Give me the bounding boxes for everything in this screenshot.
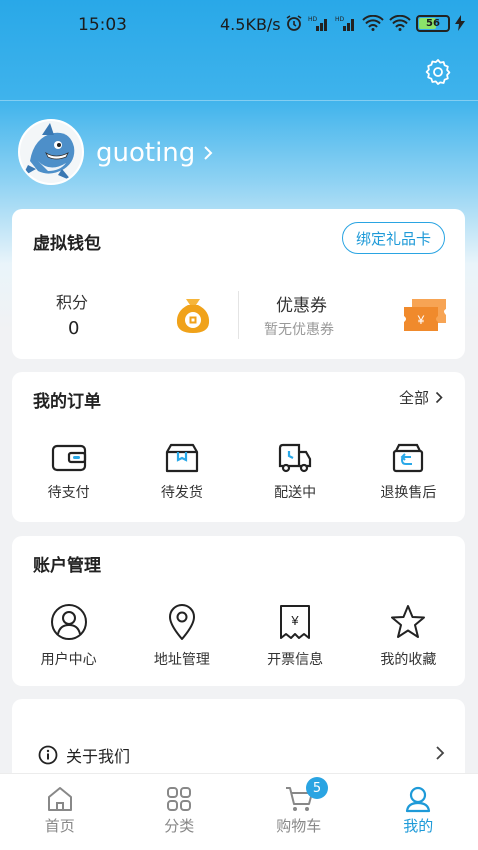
- user-icon: [50, 604, 87, 640]
- account-item-label: 地址管理: [153, 652, 210, 668]
- all-orders-label: 全部: [398, 389, 429, 407]
- battery-level: 56: [426, 17, 440, 29]
- alarm-icon: [286, 15, 302, 31]
- cart-badge: 5: [306, 777, 328, 799]
- avatar[interactable]: [18, 119, 84, 185]
- order-item-label: 待支付: [47, 485, 90, 501]
- bottom-tab-bar: 首页 分类 5 购物车 我的: [0, 773, 478, 850]
- wifi-icon: [362, 15, 384, 31]
- points-value: 0: [68, 318, 80, 339]
- account-item-label: 用户中心: [40, 652, 97, 668]
- coupon-label: 优惠券: [276, 296, 327, 316]
- points-label: 积分: [56, 293, 89, 312]
- signal-icon-2: HD: [335, 16, 354, 31]
- star-icon: [391, 605, 426, 638]
- tab-label: 购物车: [276, 817, 322, 835]
- coupon-status: 暂无优惠券: [264, 322, 334, 338]
- tab-label: 我的: [403, 817, 434, 835]
- header-divider: [0, 100, 478, 101]
- settings-gear-icon[interactable]: [424, 58, 452, 86]
- wallet-icon: [51, 444, 86, 472]
- order-status-grid: 待支付 待发货 配送中 退换售后: [12, 442, 465, 502]
- orders-title: 我的订单: [33, 392, 101, 412]
- account-grid: 用户中心 地址管理 ¥ 开票信息 我的收藏: [12, 603, 465, 669]
- account-item-label: 我的收藏: [380, 652, 437, 668]
- signal-icon: HD: [308, 16, 327, 31]
- favorites-link[interactable]: 我的收藏: [352, 603, 465, 669]
- order-item-label: 退换售后: [380, 485, 437, 501]
- chevron-right-icon: [435, 391, 443, 404]
- delivery-truck-icon: [279, 443, 312, 473]
- coupon-ticket-icon: ¥: [404, 299, 446, 331]
- money-bag-icon: [176, 299, 210, 333]
- about-us-row: 关于我们: [38, 743, 130, 767]
- account-item-label: 开票信息: [267, 652, 324, 668]
- account-card: 账户管理 用户中心 地址管理 ¥ 开票信息 我的收藏: [12, 536, 465, 686]
- username: guoting: [96, 138, 196, 168]
- home-icon: [47, 787, 72, 811]
- invoice-icon: ¥: [280, 605, 311, 639]
- tab-category[interactable]: 分类: [120, 774, 240, 850]
- svg-text:HD: HD: [308, 16, 318, 23]
- address-management-link[interactable]: 地址管理: [125, 603, 238, 669]
- account-title: 账户管理: [33, 556, 101, 576]
- about-us-label: 关于我们: [66, 747, 131, 766]
- charging-icon: [455, 15, 465, 31]
- package-icon: [165, 443, 198, 473]
- chevron-right-icon: [204, 146, 213, 160]
- order-item-label: 待发货: [160, 485, 203, 501]
- user-center-link[interactable]: 用户中心: [12, 603, 125, 669]
- order-item-label: 配送中: [274, 485, 317, 501]
- orders-card: 我的订单 全部 待支付 待发货 配送中 退换售后: [12, 372, 465, 522]
- bind-gift-card-button[interactable]: 绑定礼品卡: [341, 222, 445, 254]
- tab-cart[interactable]: 5 购物车: [239, 774, 359, 850]
- status-icons: HD HD 56: [285, 14, 465, 32]
- status-time: 15:03: [78, 15, 127, 35]
- profile-icon: [406, 786, 431, 813]
- location-pin-icon: [168, 604, 195, 640]
- tab-mine[interactable]: 我的: [359, 774, 478, 850]
- invoice-info-link[interactable]: ¥ 开票信息: [239, 603, 352, 669]
- profile-name-link[interactable]: guoting: [96, 138, 213, 168]
- svg-text:HD: HD: [335, 16, 345, 23]
- order-pending-payment[interactable]: 待支付: [12, 442, 125, 502]
- order-returns[interactable]: 退换售后: [352, 442, 465, 502]
- all-orders-link[interactable]: 全部: [399, 387, 443, 408]
- network-speed: 4.5KB/s: [220, 15, 281, 34]
- tab-label: 分类: [164, 817, 195, 835]
- chevron-right-icon: [436, 746, 445, 760]
- shark-avatar-icon: [20, 121, 82, 183]
- category-icon: [167, 787, 192, 811]
- tab-home[interactable]: 首页: [0, 774, 120, 850]
- order-pending-shipment[interactable]: 待发货: [125, 442, 238, 502]
- wallet-card: 虚拟钱包 绑定礼品卡 积分 0 优惠券 暂无优惠券 ¥: [12, 209, 465, 359]
- tab-label: 首页: [44, 817, 75, 835]
- wallet-title: 虚拟钱包: [33, 234, 101, 254]
- svg-text:¥: ¥: [417, 313, 425, 327]
- wallet-divider: [238, 291, 239, 339]
- battery-indicator: 56: [416, 14, 450, 32]
- status-bar: 15:03 4.5KB/s HD HD 56: [0, 0, 478, 50]
- return-box-icon: [393, 443, 424, 473]
- order-in-delivery[interactable]: 配送中: [239, 442, 352, 502]
- wifi-icon-2: [389, 15, 411, 31]
- svg-text:¥: ¥: [291, 613, 300, 628]
- info-icon: [38, 745, 58, 765]
